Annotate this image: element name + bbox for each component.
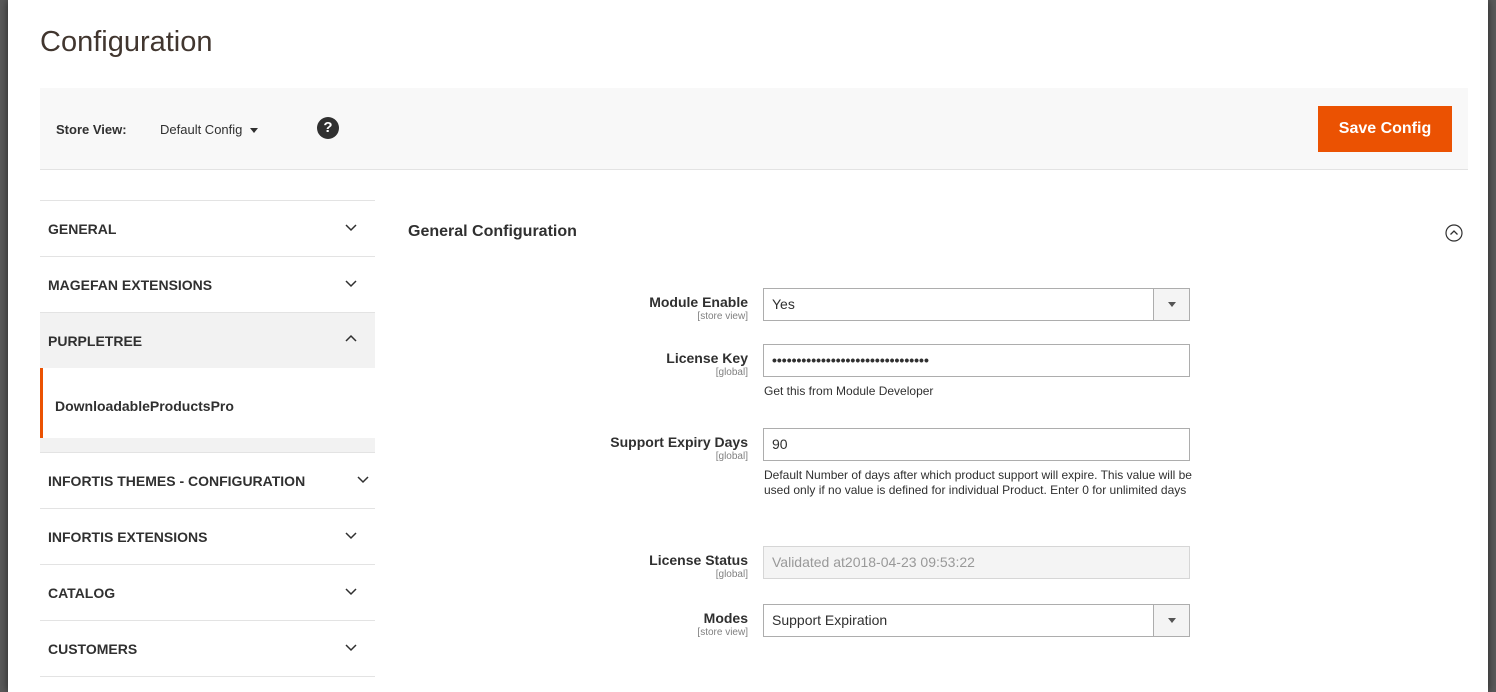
field-label: License Status	[649, 552, 748, 568]
sidebar-tab-next	[40, 676, 375, 692]
chevron-down-icon	[345, 532, 357, 540]
save-config-button[interactable]: Save Config	[1318, 106, 1452, 152]
field-label: License Key	[666, 350, 748, 366]
sidebar-tab-label: INFORTIS EXTENSIONS	[48, 529, 208, 545]
sidebar-tab-infortis-themes-configuration[interactable]: INFORTIS THEMES - CONFIGURATION	[40, 452, 375, 508]
sidebar-item-label: DownloadableProductsPro	[55, 398, 234, 414]
field-note: Get this from Module Developer	[764, 384, 934, 398]
field-scope: [global]	[715, 451, 748, 462]
chevron-down-icon	[345, 644, 357, 652]
sidebar-tab-magefan-extensions[interactable]: MAGEFAN EXTENSIONS	[40, 256, 375, 312]
page-title: Configuration	[40, 26, 213, 58]
sidebar-item-downloadableproductspro[interactable]: DownloadableProductsPro	[40, 368, 375, 438]
field-label-wrap: License Key [global]	[448, 350, 748, 378]
field-scope: [global]	[715, 367, 748, 378]
store-view-label: Store View:	[56, 122, 127, 137]
sidebar-tab-customers[interactable]: CUSTOMERS	[40, 620, 375, 676]
field-scope: [store view]	[697, 627, 748, 638]
store-view-value: Default Config	[160, 122, 243, 137]
support-expiry-days-input[interactable]: 90	[763, 428, 1190, 461]
field-label-wrap: Support Expiry Days [global]	[448, 434, 748, 462]
module-enable-select[interactable]: Yes	[763, 288, 1190, 321]
field-scope: [store view]	[697, 311, 748, 322]
sidebar-tab-label: CUSTOMERS	[48, 641, 138, 657]
sidebar-tab-purpletree[interactable]: PURPLETREE	[40, 312, 375, 368]
field-scope: [global]	[715, 569, 748, 580]
modes-select[interactable]: Support Expiration	[763, 604, 1190, 637]
field-label: Support Expiry Days	[610, 434, 748, 450]
chevron-up-icon	[345, 334, 357, 342]
store-view-switcher[interactable]: Default Config	[160, 122, 259, 137]
sidebar-tab-infortis-extensions[interactable]: INFORTIS EXTENSIONS	[40, 508, 375, 564]
field-label-wrap: Module Enable [store view]	[448, 294, 748, 322]
dropdown-arrow-icon[interactable]	[1153, 289, 1189, 320]
chevron-down-icon	[345, 224, 357, 232]
config-sidebar: GENERAL MAGEFAN EXTENSIONS PURPLETREE Do…	[40, 200, 375, 692]
license-key-input[interactable]: ••••••••••••••••••••••••••••••••	[763, 344, 1190, 377]
sidebar-tab-label: CATALOG	[48, 585, 116, 601]
field-label: Modes	[703, 610, 748, 626]
collapse-circle-icon[interactable]	[1445, 224, 1463, 242]
license-status-input: Validated at2018-04-23 09:53:22	[763, 546, 1190, 579]
select-value: Yes	[772, 296, 795, 312]
chevron-down-icon	[345, 588, 357, 596]
sidebar-tab-label: PURPLETREE	[48, 333, 143, 349]
sidebar-tab-catalog[interactable]: CATALOG	[40, 564, 375, 620]
store-view-bar: Store View: Default Config ? Save Config	[40, 88, 1468, 170]
dropdown-arrow-icon[interactable]	[1153, 605, 1189, 636]
chevron-down-icon	[345, 280, 357, 288]
sidebar-tab-label: MAGEFAN EXTENSIONS	[48, 277, 213, 293]
sidebar-tab-label: INFORTIS THEMES - CONFIGURATION	[48, 473, 306, 489]
field-label-wrap: Modes [store view]	[448, 610, 748, 638]
field-note: Default Number of days after which produ…	[764, 468, 1192, 497]
sidebar-divider	[40, 438, 375, 452]
field-label-wrap: License Status [global]	[448, 552, 748, 580]
sidebar-tab-general[interactable]: GENERAL	[40, 200, 375, 256]
chevron-down-icon	[357, 476, 369, 484]
field-label: Module Enable	[649, 294, 748, 310]
help-icon[interactable]: ?	[317, 117, 339, 139]
caret-down-icon	[250, 128, 259, 134]
admin-frame: Configuration Store View: Default Config…	[8, 0, 1488, 692]
select-value: Support Expiration	[772, 612, 888, 628]
sidebar-tab-label: GENERAL	[48, 221, 117, 237]
section-title[interactable]: General Configuration	[408, 223, 577, 241]
